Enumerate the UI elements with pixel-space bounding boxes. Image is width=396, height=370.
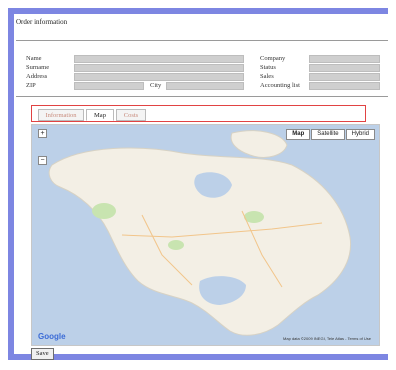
zip-label: ZIP — [26, 82, 36, 89]
page-title: Order information — [16, 18, 68, 26]
zoom-out-button[interactable]: − — [38, 156, 47, 165]
name-label: Name — [26, 55, 42, 62]
accounting-list-field[interactable] — [309, 82, 380, 90]
zoom-control: + − — [38, 129, 56, 165]
city-field[interactable] — [166, 82, 244, 90]
tab-map[interactable]: Map — [86, 109, 114, 121]
map-canvas — [32, 125, 379, 345]
zoom-in-button[interactable]: + — [38, 129, 47, 138]
address-field[interactable] — [74, 73, 244, 81]
map-type-satellite-button[interactable]: Satellite — [311, 129, 345, 140]
name-field[interactable] — [74, 55, 244, 63]
zip-field[interactable] — [74, 82, 144, 90]
sales-label: Sales — [260, 73, 274, 80]
tab-bar: Information Map Costs — [31, 105, 366, 122]
form-divider — [16, 96, 388, 97]
status-field[interactable] — [309, 64, 380, 72]
map-type-hybrid-button[interactable]: Hybrid — [345, 129, 375, 140]
map-copyright[interactable]: Map data ©2009 INEGI, Tele Atlas - Terms… — [283, 336, 371, 341]
save-button[interactable]: Save — [31, 348, 54, 360]
status-label: Status — [260, 64, 276, 71]
surname-label: Surname — [26, 64, 50, 71]
map-view[interactable]: + − Map Satellite Hybrid Google Map data… — [31, 124, 380, 346]
google-logo: Google — [38, 332, 66, 341]
accounting-list-label: Accounting list — [260, 82, 300, 89]
map-type-map-button[interactable]: Map — [286, 129, 311, 140]
surname-field[interactable] — [74, 64, 244, 72]
company-field[interactable] — [309, 55, 380, 63]
title-divider — [16, 40, 388, 41]
address-label: Address — [26, 73, 48, 80]
sales-field[interactable] — [309, 73, 380, 81]
tab-information[interactable]: Information — [38, 109, 84, 121]
map-type-selector: Map Satellite Hybrid — [285, 129, 375, 140]
company-label: Company — [260, 55, 286, 62]
city-label: City — [150, 82, 162, 89]
tab-costs[interactable]: Costs — [116, 109, 146, 121]
